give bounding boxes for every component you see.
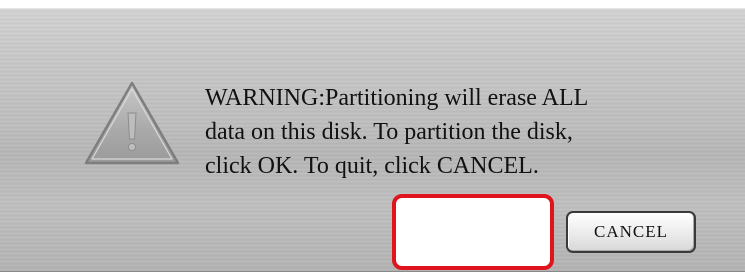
ok-button-highlight[interactable]: [392, 194, 554, 270]
warning-message-line-3: click OK. To quit, click CANCEL.: [205, 153, 539, 179]
warning-message-line-1: WARNING:Partitioning will erase ALL: [205, 85, 589, 111]
warning-message-line-2: data on this disk. To partition the disk…: [205, 119, 573, 145]
cancel-button[interactable]: CANCEL: [566, 211, 696, 253]
warning-message: WARNING:Partitioning will erase ALL data…: [205, 81, 705, 183]
warning-icon: [84, 81, 180, 165]
